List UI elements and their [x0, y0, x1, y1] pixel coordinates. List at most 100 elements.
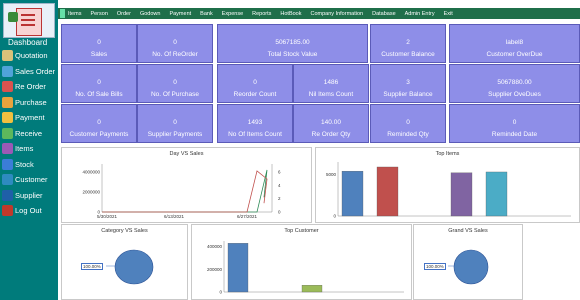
sidebar-item-supplier[interactable]: Supplier	[0, 188, 58, 203]
sidebar-title: Dashboard	[8, 38, 48, 47]
tile-value: 1486	[323, 79, 339, 86]
menu-item-godown[interactable]: Godown	[140, 11, 161, 17]
tile-label: Reminded Qty	[387, 131, 429, 138]
tile-label: Customer Balance	[381, 51, 435, 58]
x-tick-label: 6/13/2021	[164, 214, 185, 219]
tile-label: Supplier OveDues	[488, 91, 541, 98]
tile-value: 0	[406, 119, 410, 126]
tile-value: 0	[97, 79, 101, 86]
menu-item-payment[interactable]: Payment	[169, 11, 191, 17]
tile-label: Reminded Date	[491, 131, 538, 138]
sidebar-item-label: Quotation	[15, 51, 48, 60]
y2-tick-label: 0	[278, 210, 281, 215]
sidebar-item-log-out[interactable]: Log Out	[0, 203, 58, 218]
x-tick-label: 5/30/2021	[97, 214, 118, 219]
tile-sales[interactable]: 0 Sales	[61, 24, 137, 63]
receive-icon	[2, 127, 13, 139]
tile-value: 0	[512, 119, 517, 126]
tile-label: Re Order Qty	[311, 131, 351, 138]
grand-pie-slice	[453, 249, 489, 285]
tile-label: Reorder Count	[233, 91, 277, 98]
tile-nil-items-count[interactable]: 1486 Nil Items Count	[293, 64, 369, 103]
menu-item-person[interactable]: Person	[90, 11, 107, 17]
menu-item-hotbook[interactable]: HotBook	[280, 11, 301, 17]
sidebar-item-label: Payment	[15, 113, 45, 122]
tile-customer-balance[interactable]: 2 Customer Balance	[370, 24, 446, 63]
x-tick-label: 6/27/2021	[237, 214, 258, 219]
sidebar-item-label: Stock	[15, 159, 34, 169]
menu-item-bank[interactable]: Bank	[200, 11, 213, 17]
sidebar-item-label: Re Order	[15, 82, 46, 91]
top-customer-panel: Top Customer 400000 200000 0	[191, 224, 412, 300]
re-order-icon	[2, 81, 13, 92]
sidebar-item-re-order[interactable]: Re Order	[0, 79, 58, 94]
sidebar-item-label: Log Out	[15, 206, 42, 215]
y-tick-label: 2000000	[82, 190, 100, 195]
app-logo	[3, 3, 55, 38]
y-tick-label: 5000	[326, 172, 337, 177]
check-icon	[8, 12, 18, 22]
tile-no-of-items-count[interactable]: 1493 No Of Items Count	[217, 104, 293, 143]
stock-icon	[2, 158, 13, 170]
top-items-chart: 5000 0	[326, 162, 571, 219]
tile-no-of-purchase[interactable]: 0 No. Of Purchase	[137, 64, 213, 103]
tile-supplier-ovedues[interactable]: 5067880.00 Supplier OveDues	[449, 64, 580, 103]
tile-reminded-qty[interactable]: 0 Reminded Qty	[370, 104, 446, 143]
top-customer-bar	[227, 243, 249, 293]
menu-item-order[interactable]: Order	[117, 11, 131, 17]
tile-re-order-qty[interactable]: 140.00 Re Order Qty	[293, 104, 369, 143]
supplier-icon	[2, 189, 13, 201]
sidebar-item-stock[interactable]: Stock	[0, 157, 58, 172]
tile-no-of-sale-bills[interactable]: 0 No. Of Sale Bills	[61, 64, 137, 103]
tile-label: No. Of Sale Bills	[75, 91, 123, 98]
menu-item-admin-entry[interactable]: Admin Entry	[405, 11, 435, 17]
y-tick-label: 200000	[207, 267, 223, 272]
tile-value: label8	[505, 39, 524, 46]
menu-item-exit[interactable]: Exit	[444, 11, 453, 17]
y-tick-label: 4000000	[82, 170, 100, 175]
sidebar-item-purchase[interactable]: Purchase	[0, 95, 58, 110]
tile-label: No. Of Purchase	[150, 91, 200, 98]
tile-customer-overdue[interactable]: label8 Customer OverDue	[449, 24, 580, 63]
grand-vs-sales-panel: Grand VS Sales 100.00%	[413, 224, 523, 300]
grand-vs-sales-chart	[448, 249, 489, 285]
tile-label: Supplier Payments	[147, 131, 203, 138]
day-sales-series-0	[102, 169, 268, 213]
sidebar-item-customer[interactable]: Customer	[0, 172, 58, 187]
top-items-bar	[341, 170, 364, 217]
menu-item-reports[interactable]: Reports	[252, 11, 271, 17]
tile-reminded-date[interactable]: 0 Reminded Date	[449, 104, 580, 143]
menu-item-expense[interactable]: Expense	[222, 11, 243, 17]
tile-value: 2	[406, 39, 410, 46]
top-items-bar	[485, 171, 508, 217]
sidebar-item-sales-order[interactable]: Sales Order	[0, 64, 58, 79]
tile-supplier-payments[interactable]: 0 Supplier Payments	[137, 104, 213, 143]
quotation-icon	[2, 50, 13, 61]
customer-icon	[2, 174, 13, 185]
y2-tick-label: 2	[278, 196, 281, 201]
tile-total-stock-value[interactable]: 5067185.00 Total Stock Value	[217, 24, 368, 63]
sales-order-icon	[2, 65, 13, 77]
sidebar-item-payment[interactable]: Payment	[0, 110, 58, 125]
menu-item-database[interactable]: Database	[372, 11, 396, 17]
y2-tick-label: 6	[278, 170, 281, 175]
grand-percent-callout: 100.00%	[424, 263, 446, 270]
menu-marker	[60, 9, 65, 18]
sidebar-item-quotation[interactable]: Quotation	[0, 48, 58, 63]
tile-label: No. Of ReOrder	[152, 51, 198, 58]
tile-customer-payments[interactable]: 0 Customer Payments	[61, 104, 137, 143]
sidebar-item-items[interactable]: Items	[0, 141, 58, 156]
tile-reorder-count[interactable]: 0 Reorder Count	[217, 64, 293, 103]
category-vs-sales-panel: Category VS Sales 100.00%	[61, 224, 188, 300]
category-vs-sales-chart	[106, 249, 154, 285]
sidebar-item-receive[interactable]: Receive	[0, 126, 58, 141]
menu-item-items[interactable]: Items	[68, 11, 81, 17]
tile-no-of-reorder[interactable]: 0 No. Of ReOrder	[137, 24, 213, 63]
sidebar-item-label: Purchase	[15, 97, 47, 107]
day-vs-sales-panel: Day VS Sales 4000000 2000000 0 6 4 2 0 5/30/202…	[61, 147, 312, 223]
menu-item-company-information[interactable]: Company Information	[311, 11, 364, 17]
category-percent-callout: 100.00%	[81, 263, 103, 270]
top-items-bar	[450, 172, 473, 217]
tile-supplier-balance[interactable]: 3 Supplier Balance	[370, 64, 446, 103]
tile-value: 5067185.00	[275, 39, 310, 46]
